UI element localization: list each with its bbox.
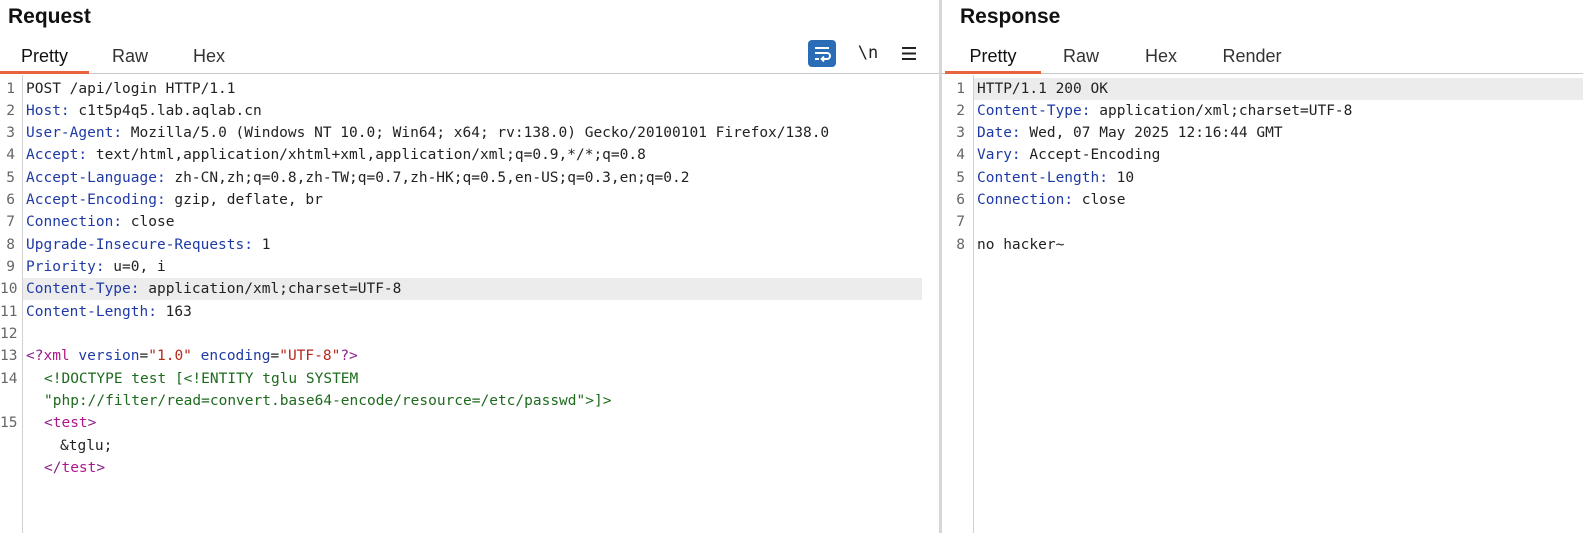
xml-test-open-tag: <test> — [44, 415, 97, 431]
request-header-row: User-Agent: Mozilla/5.0 (Windows NT 10.0… — [26, 125, 830, 141]
request-header-row: Accept: text/html,application/xhtml+xml,… — [26, 147, 646, 163]
header-value: close — [1073, 192, 1126, 208]
line-number: 10 — [0, 281, 18, 297]
header-value: gzip, deflate, br — [165, 192, 323, 208]
request-tab-hex[interactable]: Hex — [185, 44, 233, 74]
request-header-row: Upgrade-Insecure-Requests: 1 — [26, 237, 271, 253]
request-editor[interactable]: 1 2 3 4 5 6 7 8 9 10 11 12 13 14 15 POST… — [0, 75, 941, 533]
header-value: zh-CN,zh;q=0.8,zh-TW;q=0.7,zh-HK;q=0.5,e… — [165, 170, 690, 186]
line-number: 6 — [956, 192, 965, 208]
request-header-row: Accept-Encoding: gzip, deflate, br — [26, 192, 323, 208]
line-number: 5 — [6, 170, 15, 186]
line-number: 5 — [956, 170, 965, 186]
editor-menu-button[interactable] — [898, 40, 920, 67]
header-name: Connection — [26, 214, 114, 230]
header-value: Accept-Encoding — [1020, 147, 1161, 163]
line-number: 14 — [0, 371, 18, 387]
xml-doctype: <!DOCTYPE test [<!ENTITY tglu SYSTEM — [44, 371, 359, 387]
response-editor[interactable]: 1 2 3 4 5 6 7 8 HTTP/1.1 200 OK Content-… — [942, 75, 1583, 533]
header-value: Wed, 07 May 2025 12:16:44 GMT — [1020, 125, 1283, 141]
request-tabs: Pretty Raw Hex — [0, 40, 941, 74]
request-header-row: Content-Length: 163 — [26, 304, 192, 320]
header-name: Host — [26, 103, 61, 119]
header-name: Accept — [26, 147, 79, 163]
line-number: 12 — [0, 326, 18, 342]
response-header-row: Content-Type: application/xml;charset=UT… — [977, 103, 1353, 119]
line-number: 15 — [0, 415, 18, 431]
header-name: Connection — [977, 192, 1065, 208]
line-number: 3 — [956, 125, 965, 141]
header-value: 163 — [156, 304, 192, 320]
xml-declaration: <?xml version="1.0" encoding="UTF-8"?> — [26, 348, 358, 364]
request-pane: Request Pretty Raw Hex \n 1 2 3 4 5 6 7 — [0, 0, 941, 533]
header-name: Upgrade-Insecure-Requests — [26, 237, 245, 253]
request-title: Request — [8, 5, 91, 28]
line-number: 4 — [6, 147, 15, 163]
request-header-row: Priority: u=0, i — [26, 259, 166, 275]
header-name: Content-Type — [977, 103, 1082, 119]
header-value: application/xml;charset=UTF-8 — [1090, 103, 1353, 119]
response-header-row: Content-Length: 10 — [977, 170, 1135, 186]
xml-test-close-tag: </test> — [44, 460, 106, 476]
line-number: 1 — [956, 81, 965, 97]
line-number: 11 — [0, 304, 18, 320]
header-name: Accept-Language — [26, 170, 157, 186]
header-name: Content-Type — [26, 281, 131, 297]
request-line: POST /api/login HTTP/1.1 — [26, 81, 236, 97]
line-number: 2 — [6, 103, 15, 119]
request-tab-pretty[interactable]: Pretty — [0, 44, 89, 74]
newline-icon: \n — [857, 43, 879, 63]
response-title: Response — [960, 5, 1061, 28]
header-name: Priority — [26, 259, 96, 275]
header-value: u=0, i — [104, 259, 166, 275]
header-value: 1 — [252, 237, 271, 253]
response-status-line: HTTP/1.1 200 OK — [977, 81, 1108, 97]
header-name: Accept-Encoding — [26, 192, 157, 208]
line-number: 7 — [956, 214, 965, 230]
xml-doctype-continued: "php://filter/read=convert.base64-encode… — [44, 393, 612, 409]
line-number: 13 — [0, 348, 18, 364]
request-header-row: Content-Type: application/xml;charset=UT… — [26, 281, 402, 297]
xml-entity-reference: &tglu; — [60, 438, 113, 454]
header-name: Content-Length — [26, 304, 149, 320]
response-tab-render[interactable]: Render — [1214, 44, 1290, 74]
header-value: 10 — [1107, 170, 1135, 186]
request-tab-raw[interactable]: Raw — [106, 44, 154, 74]
request-header-row: Accept-Language: zh-CN,zh;q=0.8,zh-TW;q=… — [26, 170, 690, 186]
header-name: Date — [977, 125, 1012, 141]
header-value: text/html,application/xhtml+xml,applicat… — [87, 147, 646, 163]
response-pane: Response Pretty Raw Hex Render 1 2 3 4 5… — [942, 0, 1583, 533]
response-header-row: Vary: Accept-Encoding — [977, 147, 1161, 163]
line-number: 7 — [6, 214, 15, 230]
header-value: c1t5p4q5.lab.aqlab.cn — [69, 103, 262, 119]
header-value: application/xml;charset=UTF-8 — [139, 281, 402, 297]
hamburger-menu-icon — [902, 47, 916, 60]
line-number: 1 — [6, 81, 15, 97]
header-value: close — [122, 214, 175, 230]
line-number: 6 — [6, 192, 15, 208]
response-tab-raw[interactable]: Raw — [1056, 44, 1106, 74]
header-name: Vary — [977, 147, 1012, 163]
line-number: 8 — [956, 237, 965, 253]
header-name: Content-Length — [977, 170, 1100, 186]
response-header-row: Connection: close — [977, 192, 1126, 208]
newline-toggle-button[interactable]: \n — [855, 40, 881, 67]
word-wrap-icon — [815, 47, 831, 63]
response-tabs: Pretty Raw Hex Render — [942, 40, 1583, 74]
header-value: Mozilla/5.0 (Windows NT 10.0; Win64; x64… — [122, 125, 830, 141]
word-wrap-toggle-button[interactable] — [808, 40, 836, 67]
request-header-row: Host: c1t5p4q5.lab.aqlab.cn — [26, 103, 262, 119]
line-number: 4 — [956, 147, 965, 163]
response-tab-hex[interactable]: Hex — [1136, 44, 1186, 74]
line-number: 2 — [956, 103, 965, 119]
line-number: 8 — [6, 237, 15, 253]
response-header-row: Date: Wed, 07 May 2025 12:16:44 GMT — [977, 125, 1283, 141]
response-tab-pretty[interactable]: Pretty — [945, 44, 1041, 74]
header-name: User-Agent — [26, 125, 114, 141]
response-body-text: no hacker~ — [977, 237, 1065, 253]
request-header-row: Connection: close — [26, 214, 175, 230]
line-number: 9 — [6, 259, 15, 275]
line-number: 3 — [6, 125, 15, 141]
